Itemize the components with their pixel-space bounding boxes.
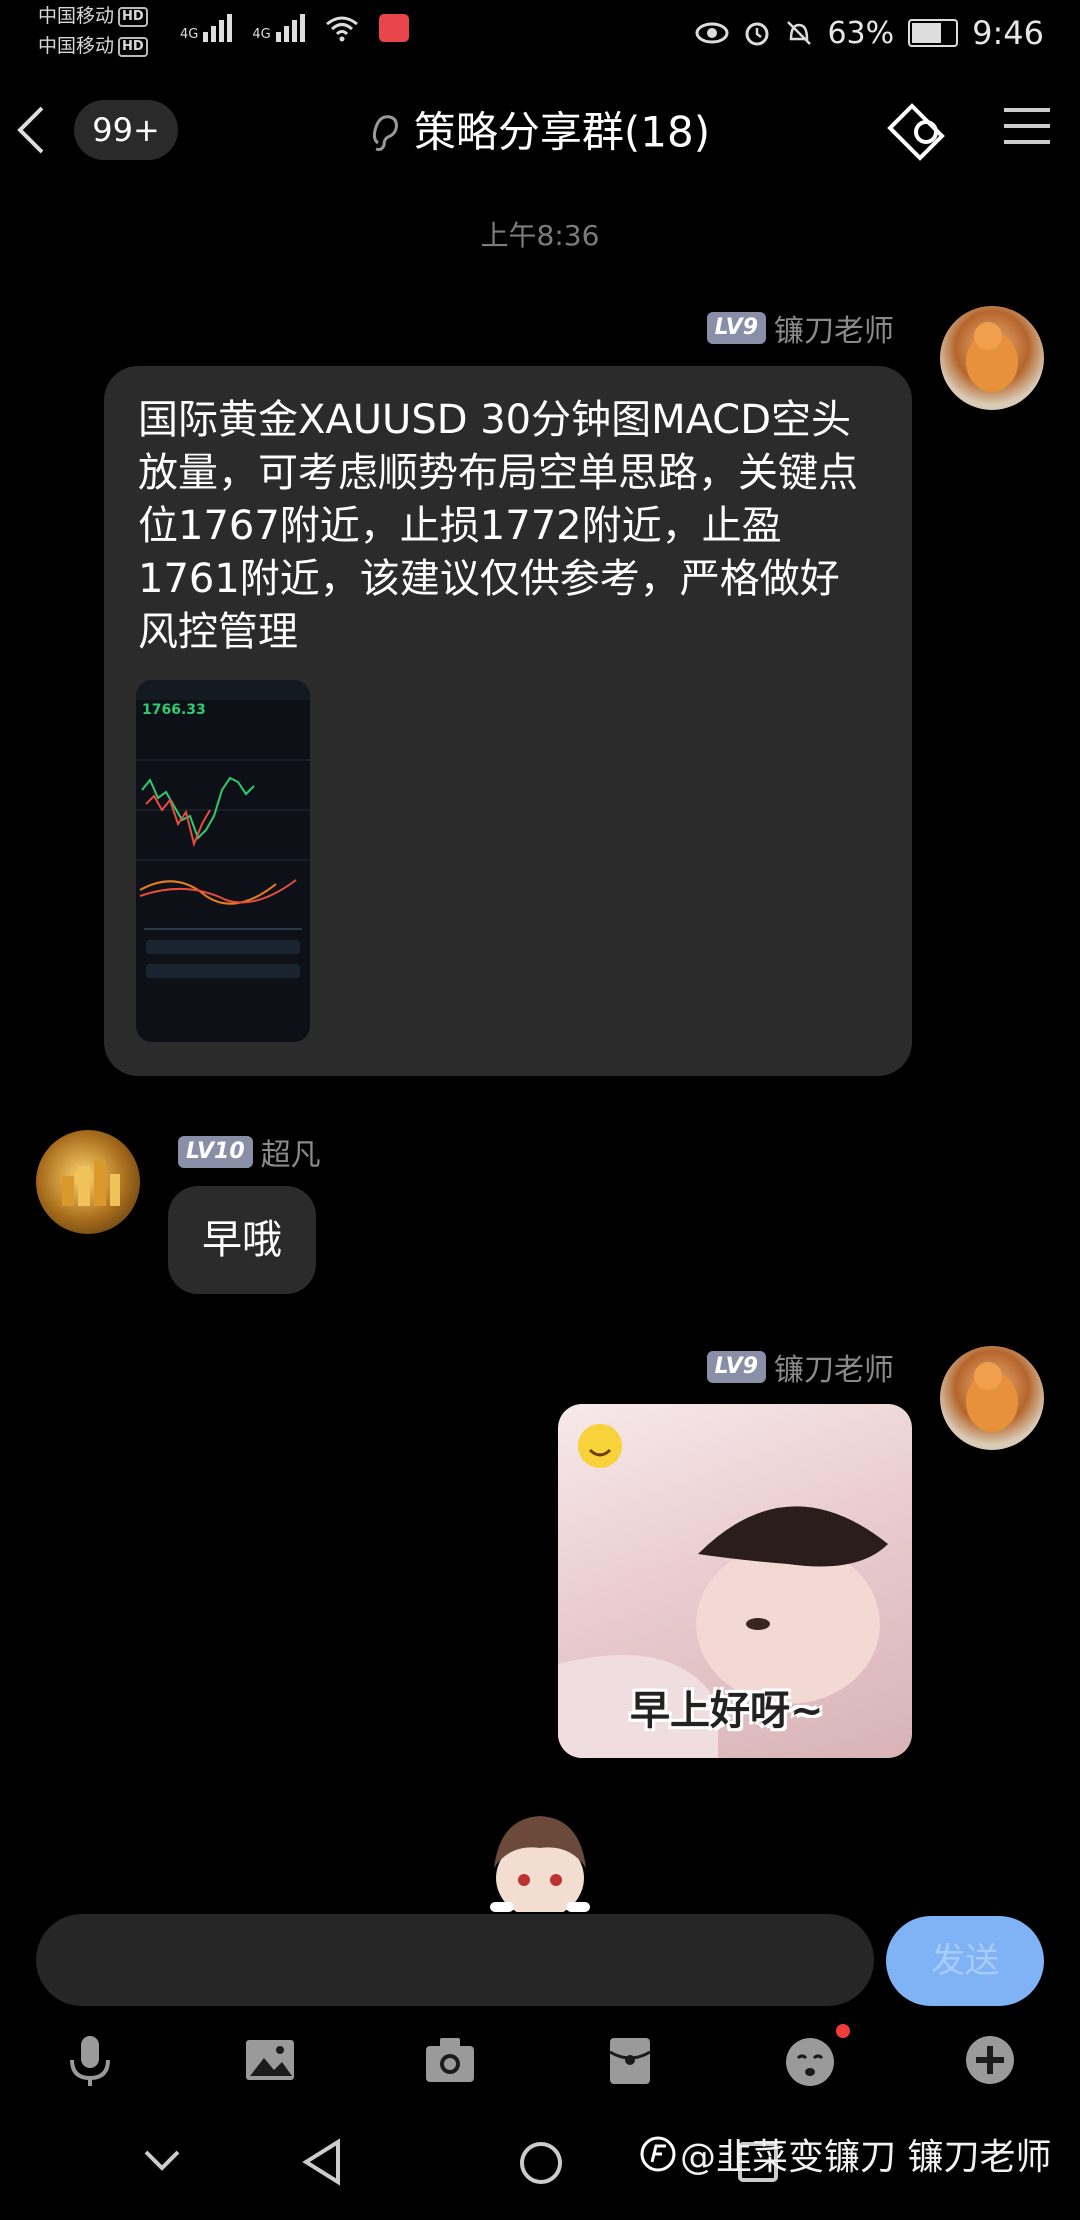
message-timestamp: 上午8:36 xyxy=(480,219,600,252)
home-circle-icon[interactable] xyxy=(518,2140,564,2186)
toutiao-logo-icon xyxy=(640,2136,676,2172)
notification-dot xyxy=(836,2024,850,2038)
message-bubble[interactable]: 国际黄金XAUUSD 30分钟图MACD空头放量，可考虑顺势布局空单思路，关键点… xyxy=(104,366,912,1076)
mute-bell-icon xyxy=(787,21,812,45)
avatar[interactable] xyxy=(940,306,1044,410)
battery-icon xyxy=(908,19,959,47)
level-badge: LV10 xyxy=(178,1136,253,1168)
eye-icon xyxy=(695,22,729,44)
alarm-icon xyxy=(745,22,769,46)
carrier-2: 中国移动 HD xyxy=(38,34,148,58)
message-bubble[interactable]: 早哦 xyxy=(168,1186,316,1294)
sender-name: 镰刀老师 xyxy=(774,314,894,349)
status-right: 63% 9:46 xyxy=(695,14,1044,52)
send-button[interactable]: 发送 xyxy=(886,1916,1044,2006)
back-triangle-icon[interactable] xyxy=(300,2138,344,2186)
carrier-1: 中国移动 HD xyxy=(38,4,148,28)
mic-icon[interactable] xyxy=(60,2030,120,2090)
level-badge: LV9 xyxy=(706,1351,766,1383)
camera-icon[interactable] xyxy=(420,2030,480,2090)
watermark: @韭菜变镰刀 镰刀老师 xyxy=(640,2128,1051,2180)
image-icon[interactable] xyxy=(240,2030,300,2090)
message-text[interactable]: 早哦 xyxy=(202,1217,282,1263)
emoji-icon xyxy=(786,2038,834,2086)
level-badge: LV9 xyxy=(706,312,766,344)
chevron-down-icon[interactable] xyxy=(142,2148,182,2172)
signal-icon: 4G xyxy=(252,14,305,42)
plus-icon[interactable] xyxy=(960,2030,1020,2090)
wifi-icon xyxy=(325,16,358,42)
avatar[interactable] xyxy=(940,1346,1044,1450)
clock: 9:46 xyxy=(972,14,1044,52)
menu-icon[interactable] xyxy=(1002,104,1052,148)
sticker-caption: 早上好呀~ xyxy=(630,1688,824,1734)
candlestick-chart-icon xyxy=(136,759,310,905)
sender-name: 镰刀老师 xyxy=(774,1353,894,1388)
peeking-character-icon xyxy=(480,1808,600,1912)
message-text[interactable]: 国际黄金XAUUSD 30分钟图MACD空头放量，可考虑顺势布局空单思路，关键点… xyxy=(138,394,878,659)
message-input[interactable] xyxy=(36,1914,874,2006)
signal-indicators: 4G 4G xyxy=(180,14,409,42)
app-notification-icon xyxy=(378,14,409,42)
sender-info: LV10 超凡 xyxy=(178,1130,321,1174)
ticket-icon[interactable] xyxy=(882,98,950,162)
sender-info: LV9 镰刀老师 xyxy=(706,306,894,350)
battery-percent: 63% xyxy=(827,15,895,51)
sender-info: LV9 镰刀老师 xyxy=(706,1345,894,1389)
hd-badge: HD xyxy=(118,6,148,27)
chart-screenshot-image[interactable]: 1766.33 xyxy=(136,680,310,1042)
avatar[interactable] xyxy=(36,1130,140,1234)
price-label: 1766.33 xyxy=(142,702,206,718)
sticker-image[interactable]: 早上好呀~ xyxy=(558,1404,912,1758)
hd-badge: HD xyxy=(118,36,148,57)
emoji-button[interactable] xyxy=(780,2024,850,2090)
sender-name: 超凡 xyxy=(260,1138,321,1173)
redpacket-icon[interactable] xyxy=(600,2030,660,2090)
ear-icon xyxy=(372,114,398,151)
signal-icon: 4G xyxy=(180,14,233,42)
